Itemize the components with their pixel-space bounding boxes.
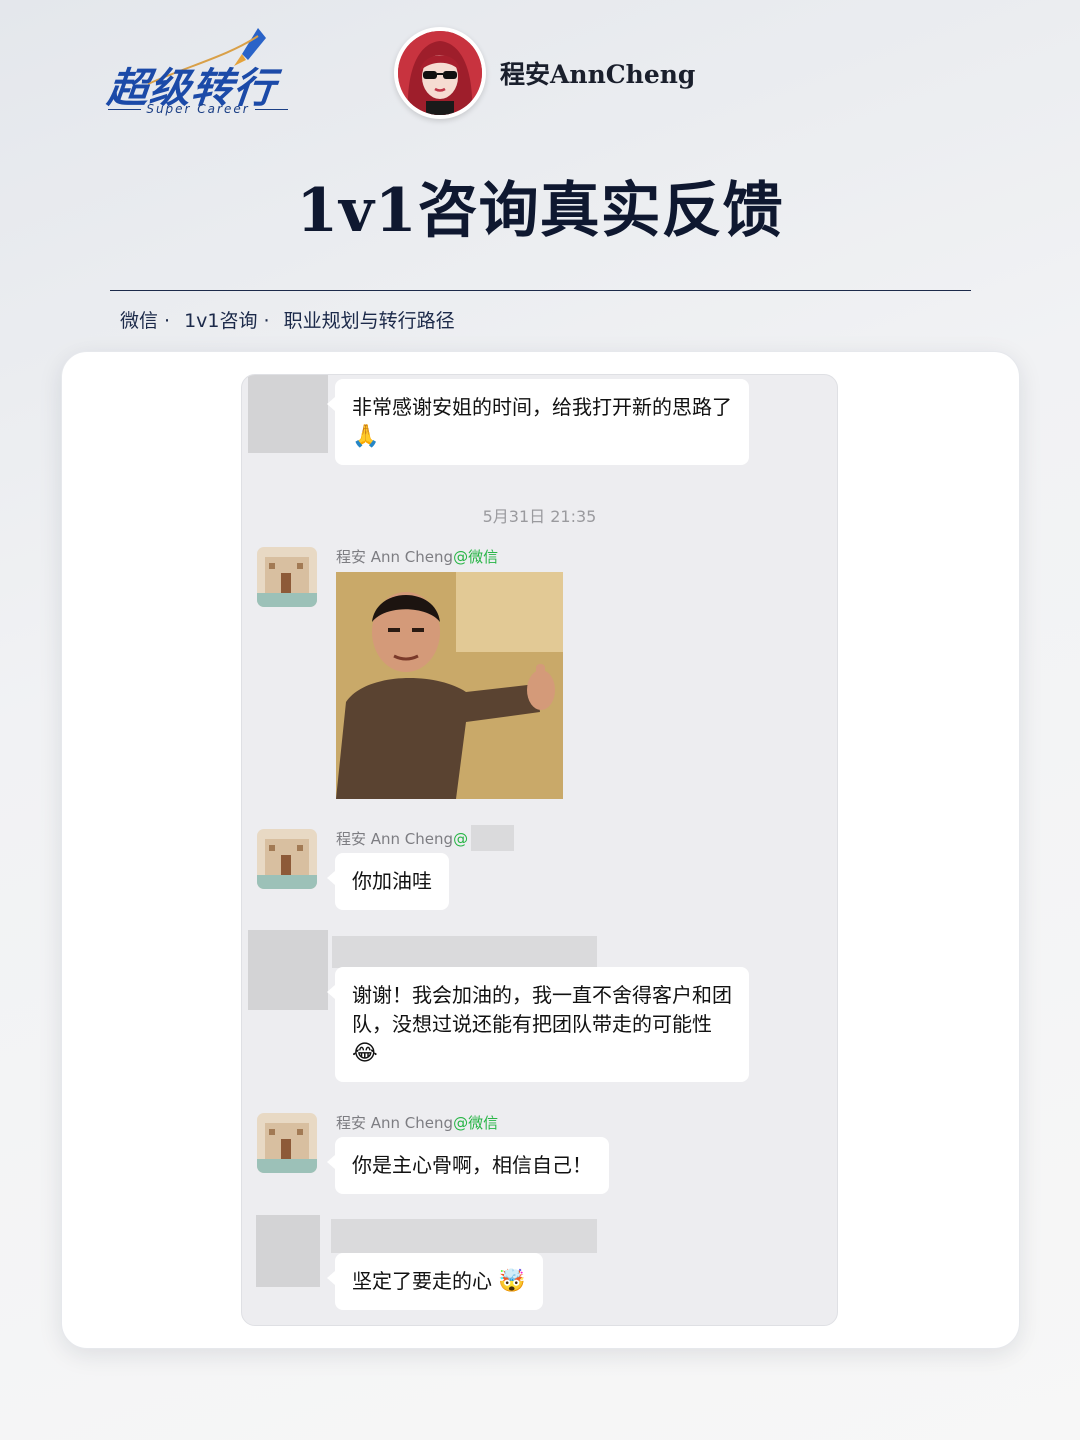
tag-career-planning: 职业规划与转行路径 bbox=[283, 310, 455, 332]
redacted-block bbox=[471, 825, 514, 851]
client-avatar-redacted bbox=[248, 375, 328, 453]
chat-screenshot: 非常感谢安姐的时间，给我打开新的思路了 🙏 5月31日 21:35 程安 Ann… bbox=[241, 374, 838, 1326]
building-photo-icon bbox=[257, 829, 317, 889]
client-message-3: 坚定了要走的心 🤯 bbox=[327, 1253, 543, 1310]
page-title: 1v1咨询真实反馈 bbox=[296, 176, 784, 246]
mind-blown-icon: 🤯 bbox=[498, 1269, 526, 1294]
consultant-sender-label: 程安 Ann Cheng@ bbox=[336, 830, 469, 848]
tag-wechat: 微信 · bbox=[120, 310, 171, 332]
tag-row: 微信 · 1v1咨询 · 职业规划与转行路径 bbox=[120, 306, 455, 333]
client-message-2: 谢谢！我会加油的，我一直不舍得客户和团队，没想过说还能有把团队带走的可能性 😂 bbox=[327, 967, 749, 1082]
consultant-avatar bbox=[257, 829, 317, 889]
chat-timestamp: 5月31日 21:35 bbox=[482, 507, 597, 526]
redacted-block bbox=[331, 1219, 597, 1253]
consultant-avatar bbox=[257, 547, 317, 607]
consultant-sender-label: 程安 Ann Cheng@微信 bbox=[336, 548, 499, 566]
sunglasses-woman-icon bbox=[398, 31, 482, 115]
building-photo-icon bbox=[257, 547, 317, 607]
author-name: 程安AnnCheng bbox=[500, 60, 696, 89]
thumbs-up-meme-image[interactable] bbox=[336, 572, 563, 799]
brand-subtitle: Super Career bbox=[108, 102, 288, 116]
consultant-avatar bbox=[257, 1113, 317, 1173]
tag-consultation: 1v1咨询 · bbox=[184, 310, 270, 332]
client-message-1: 非常感谢安姐的时间，给我打开新的思路了 🙏 bbox=[327, 379, 749, 465]
building-photo-icon bbox=[257, 1113, 317, 1173]
praying-hands-icon: 🙏 bbox=[352, 424, 380, 449]
client-avatar-redacted bbox=[256, 1215, 320, 1287]
author-avatar bbox=[394, 27, 486, 119]
laughing-tears-icon: 😂 bbox=[352, 1041, 378, 1066]
client-avatar-redacted bbox=[248, 930, 328, 1010]
consultant-message-2: 你加油哇 bbox=[327, 853, 449, 910]
consultant-message-3: 你是主心骨啊，相信自己！ bbox=[327, 1137, 609, 1194]
consultant-sender-label: 程安 Ann Cheng@微信 bbox=[336, 1114, 499, 1132]
author-badge: 程安AnnCheng bbox=[394, 27, 695, 119]
brand-logo: 超级转行 Super Career bbox=[105, 26, 293, 121]
redacted-block bbox=[332, 936, 597, 968]
header-divider bbox=[110, 290, 971, 291]
